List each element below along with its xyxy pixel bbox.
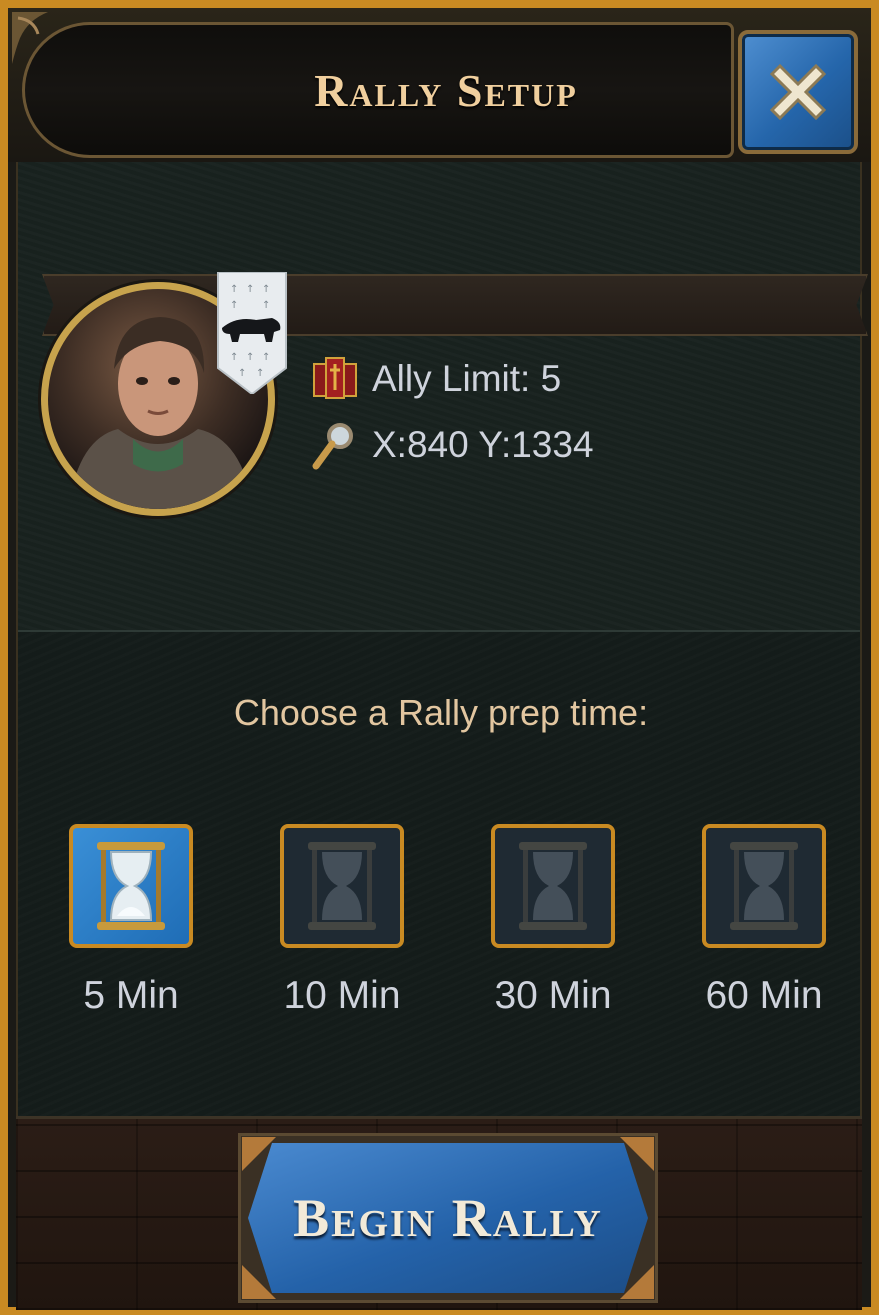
svg-text:↑: ↑: [262, 284, 270, 295]
begin-rally-label: Begin Rally: [293, 1188, 603, 1248]
svg-text:↑: ↑: [246, 352, 254, 363]
header: Rally Setup: [8, 8, 871, 162]
prep-time-prompt: Choose a Rally prep time:: [233, 692, 649, 733]
prep-option-label: 10 Min: [283, 974, 401, 1017]
prep-option-label: 5 Min: [83, 974, 179, 1017]
prep-option-60-min[interactable]: [702, 824, 826, 948]
coordinates-row: X:840 Y:1334: [310, 420, 594, 470]
svg-text:↑: ↑: [230, 300, 238, 311]
ally-limit-row: Ally Limit: 5: [310, 354, 561, 404]
hourglass-icon: [730, 842, 798, 930]
prep-option-label: 60 Min: [705, 974, 823, 1017]
prep-option-10-min[interactable]: [280, 824, 404, 948]
prep-option-5-min[interactable]: [69, 824, 193, 948]
coordinates-text: X:840 Y:1334: [372, 424, 594, 465]
hourglass-icon: [97, 842, 165, 930]
dialog-body: Rally Setup ↑ ↑ ↑ ↑ ↑ ↑ ↑ ↑ ↑ ↑ Ally Lim…: [8, 8, 871, 1310]
prep-option-30-min[interactable]: [491, 824, 615, 948]
content-panel: ↑ ↑ ↑ ↑ ↑ ↑ ↑ ↑ ↑ ↑ Ally Limit: 5 X:840 …: [16, 162, 868, 1118]
hourglass-icon: [519, 842, 587, 930]
svg-text:↑: ↑: [262, 300, 270, 311]
svg-text:↑: ↑: [230, 352, 238, 363]
footer: Begin Rally: [16, 1116, 862, 1310]
svg-text:↑: ↑: [262, 352, 270, 363]
svg-text:↑: ↑: [256, 368, 264, 379]
war-banner-icon: [313, 357, 357, 399]
magnifier-icon: [312, 423, 353, 470]
svg-text:↑: ↑: [230, 284, 238, 295]
hourglass-icon: [308, 842, 376, 930]
svg-text:↑: ↑: [246, 284, 254, 295]
dialog-frame: Rally Setup ↑ ↑ ↑ ↑ ↑ ↑ ↑ ↑ ↑ ↑ Ally Lim…: [0, 0, 879, 1315]
ally-limit-text: Ally Limit: 5: [372, 358, 562, 399]
svg-text:↑: ↑: [238, 368, 246, 379]
close-icon: [769, 63, 827, 121]
begin-rally-button[interactable]: Begin Rally: [248, 1143, 648, 1293]
prep-option-label: 30 Min: [494, 974, 612, 1017]
close-button[interactable]: [738, 30, 858, 154]
house-banner-icon: ↑ ↑ ↑ ↑ ↑ ↑ ↑ ↑ ↑ ↑: [217, 272, 287, 394]
